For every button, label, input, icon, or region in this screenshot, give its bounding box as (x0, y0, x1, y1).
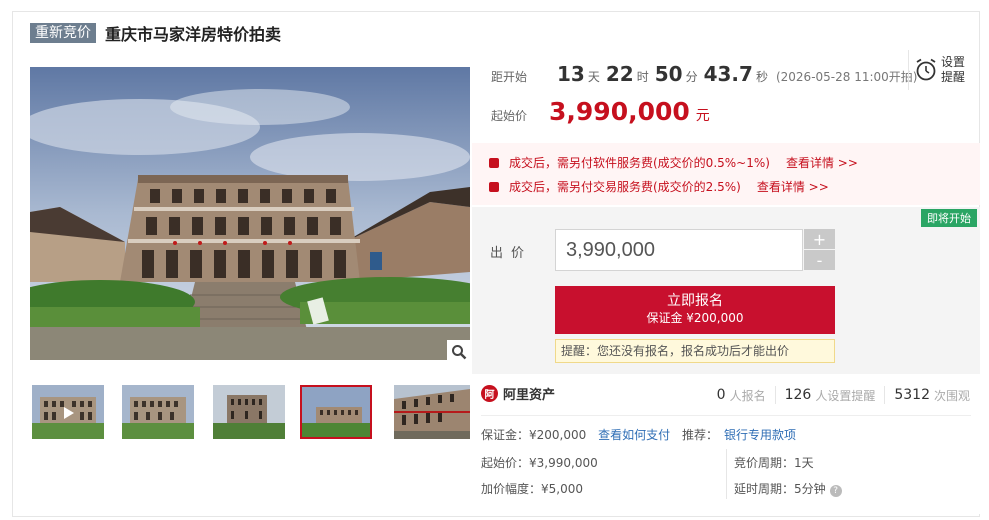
fee-detail-link[interactable]: 查看详情 >> (786, 154, 858, 171)
fee-text: 成交后，需另付交易服务费(成交价的2.5%) (509, 180, 741, 194)
bid-amount-input[interactable]: 3,990,000 (555, 229, 803, 271)
building-photo-image (30, 67, 470, 360)
start-price-row: 起始价 3,990,000 元 (491, 97, 710, 126)
divider (726, 449, 727, 499)
reminder-line2: 提醒 (941, 70, 966, 84)
thumbnail-video[interactable] (32, 385, 104, 439)
reminder-count: 126 (784, 387, 812, 403)
deposit-label: 保证金： (481, 428, 530, 442)
divider (481, 415, 971, 416)
help-icon[interactable]: ? (829, 485, 842, 497)
seconds-unit: 秒 (755, 70, 768, 84)
signup-label: 立即报名 (667, 293, 723, 309)
increment-detail: 加价幅度：¥5,000 (481, 480, 583, 497)
fee-text: 成交后，需另付软件服务费(成交价的0.5%~1%) (509, 156, 770, 170)
reminder-count-label: 人设置提醒 (815, 388, 876, 403)
delay-value: 5分钟 (794, 482, 826, 496)
how-to-pay-link[interactable]: 查看如何支付 (598, 428, 670, 442)
platform-logo[interactable]: 阿 阿里资产 (481, 384, 555, 403)
cycle-value: 1天 (794, 456, 814, 470)
set-reminder-button[interactable]: 设置 提醒 (908, 50, 970, 90)
countdown-hours: 22 (605, 62, 634, 86)
start-time-note: (2026-05-28 11:00开拍) (775, 70, 918, 84)
deposit-label: 保证金 ¥200,000 (646, 311, 744, 325)
view-count: 5312 (894, 387, 930, 403)
minutes-unit: 分 (685, 70, 698, 84)
start-price-value: 3,990,000 (549, 97, 690, 126)
fee-detail-link[interactable]: 查看详情 >> (757, 178, 829, 195)
signup-tip: 提醒：您还没有报名，报名成功后才能出价 (555, 339, 835, 363)
start-price-detail-label: 起始价： (481, 456, 530, 470)
countdown-panel: 距开始 13 天 22 时 50 分 43.7 秒 (2026-05-28 11… (479, 50, 980, 140)
increment-label: 加价幅度： (481, 482, 542, 496)
deposit-value: ¥200,000 (529, 428, 587, 442)
decrease-bid-button[interactable]: - (804, 250, 835, 270)
countdown-days: 13 (557, 62, 585, 86)
thumbnail-4-selected[interactable] (300, 385, 372, 439)
title-row: 重新竞价 重庆市马家洋房特价拍卖 (30, 22, 281, 44)
magnifier-icon (451, 344, 466, 359)
gift-icon (489, 181, 499, 192)
increment-value: ¥5,000 (541, 482, 584, 496)
countdown: 距开始 13 天 22 时 50 分 43.7 秒 (2026-05-28 11… (491, 62, 917, 86)
divider (884, 386, 886, 404)
thumbnail-3[interactable] (213, 385, 285, 439)
ali-logo-icon: 阿 (481, 385, 498, 402)
bid-area: 即将开始 出价 3,990,000 + - 立即报名 保证金 ¥200,000 … (472, 207, 980, 374)
alarm-clock-icon (916, 58, 936, 81)
start-price-detail: 起始价：¥3,990,000 (481, 454, 598, 471)
signup-count-label: 人报名 (729, 388, 766, 403)
bid-label: 出价 (490, 246, 533, 261)
view-count-label: 次围观 (933, 388, 970, 403)
thumbnail-image (122, 385, 194, 439)
thumbnail-strip (30, 385, 470, 440)
start-price-detail-value: ¥3,990,000 (529, 456, 598, 470)
thumbnail-5[interactable] (394, 385, 470, 439)
countdown-seconds: 43.7 (703, 62, 753, 86)
platform-name: 阿里资产 (503, 388, 556, 403)
countdown-label: 距开始 (491, 70, 528, 84)
thumbnail-image (302, 387, 370, 437)
signup-count: 0 (716, 387, 726, 403)
thumbnail-image (32, 385, 104, 439)
days-unit: 天 (587, 70, 600, 84)
fee-notice: 成交后，需另付软件服务费(成交价的0.5%~1%) 查看详情 >> 成交后，需另… (472, 143, 980, 205)
countdown-minutes: 50 (654, 62, 683, 86)
delay-detail: 延时周期：5分钟? (734, 480, 842, 497)
main-photo[interactable] (30, 67, 470, 360)
recommend-label: 推荐： (681, 428, 718, 442)
divider (774, 386, 776, 404)
signup-button[interactable]: 立即报名 保证金 ¥200,000 (555, 286, 835, 334)
gift-icon (489, 157, 499, 168)
reminder-label: 设置 提醒 (941, 55, 965, 85)
reminder-line1: 设置 (941, 55, 966, 69)
status-badge: 即将开始 (921, 209, 977, 227)
deposit-row: 保证金：¥200,000 查看如何支付 推荐： 银行专用款项 (481, 426, 796, 443)
start-price-label: 起始价 (491, 109, 528, 123)
thumbnail-image (213, 385, 285, 439)
rebid-badge: 重新竞价 (30, 23, 96, 43)
page-title: 重庆市马家洋房特价拍卖 (105, 25, 282, 44)
delay-label: 延时周期： (734, 482, 795, 496)
fee-row-transaction: 成交后，需另付交易服务费(成交价的2.5%) 查看详情 >> (489, 178, 829, 195)
thumbnail-image (394, 385, 470, 439)
cycle-detail: 竞价周期：1天 (734, 454, 814, 471)
hours-unit: 时 (636, 70, 649, 84)
thumbnail-2[interactable] (122, 385, 194, 439)
cycle-label: 竞价周期： (734, 456, 795, 470)
zoom-button[interactable] (447, 340, 470, 363)
start-price-unit: 元 (695, 108, 710, 124)
increase-bid-button[interactable]: + (804, 229, 835, 249)
bank-payment-link[interactable]: 银行专用款项 (724, 428, 796, 442)
auction-details: 阿 阿里资产 0 人报名 126 人设置提醒 5312 次围观 保证金：¥200… (472, 374, 980, 514)
stats-bar: 0 人报名 126 人设置提醒 5312 次围观 (717, 386, 970, 404)
fee-row-software: 成交后，需另付软件服务费(成交价的0.5%~1%) 查看详情 >> (489, 154, 858, 171)
